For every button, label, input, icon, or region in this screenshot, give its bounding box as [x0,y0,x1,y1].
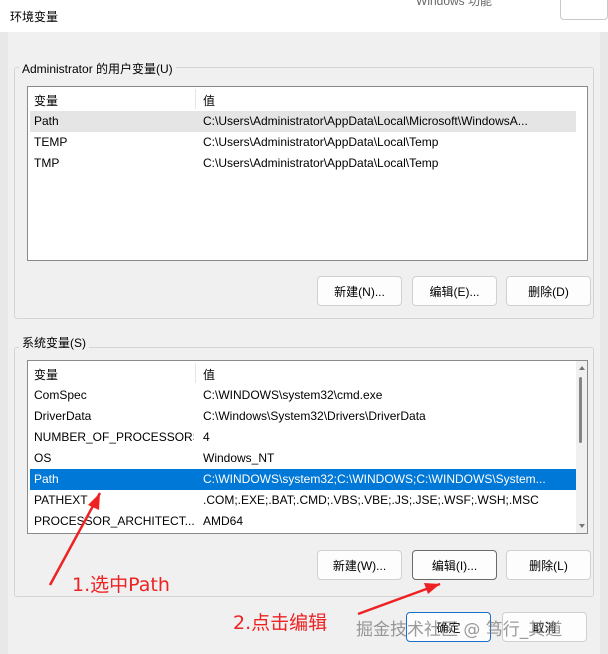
scroll-thumb[interactable] [579,377,582,443]
var-name: OS [34,451,52,465]
scroll-down-arrow-icon[interactable] [579,524,585,528]
var-value: 4 [203,430,210,444]
user-variables-list[interactable]: 变量 值 Path C:\Users\Administrator\AppData… [27,86,588,261]
var-name: NUMBER_OF_PROCESSORS [34,430,194,444]
var-name: TMP [34,156,60,170]
var-value: C:\WINDOWS\system32;C:\WINDOWS;C:\WINDOW… [203,472,546,486]
watermark: 掘金技术社区 @ 笃行_其道 [356,620,563,640]
column-separator[interactable] [195,89,196,109]
system-edit-button[interactable]: 编辑(I)... [412,550,497,580]
column-header-variable[interactable]: 变量 [34,92,58,109]
var-name: DriverData [34,409,92,423]
system-var-row-pathext[interactable]: PATHEXT .COM;.EXE;.BAT;.CMD;.VBS;.VBE;.J… [30,490,576,511]
close-button[interactable] [560,0,608,20]
var-value: C:\Windows\System32\Drivers\DriverData [203,409,426,423]
var-name: TEMP [34,135,68,149]
environment-variables-dialog: 环境变量 Windows 功能 Administrator 的用户变量(U) 变… [0,0,608,654]
list-header: 变量 值 [28,87,587,111]
list-header: 变量 值 [28,361,587,385]
scroll-up-arrow-icon[interactable] [579,366,585,370]
user-new-button[interactable]: 新建(N)... [317,276,402,306]
system-new-button[interactable]: 新建(W)... [317,550,402,580]
user-var-row-path[interactable]: Path C:\Users\Administrator\AppData\Loca… [30,111,576,132]
var-value: C:\Users\Administrator\AppData\Local\Tem… [203,135,439,149]
system-var-row-path[interactable]: Path C:\WINDOWS\system32;C:\WINDOWS;C:\W… [30,469,576,490]
system-var-row-comspec[interactable]: ComSpec C:\WINDOWS\system32\cmd.exe [30,385,576,406]
system-variables-label: 系统变量(S) [19,334,89,351]
column-header-value[interactable]: 值 [203,366,215,383]
system-variables-scrollbar[interactable] [576,361,587,533]
var-name: ComSpec [34,388,87,402]
var-value: C:\Users\Administrator\AppData\Local\Mic… [203,114,528,128]
annotation-step1: 1.选中Path [72,574,170,596]
var-value: AMD64 [203,514,244,528]
system-delete-button[interactable]: 删除(L) [506,550,591,580]
column-header-variable[interactable]: 变量 [34,366,58,383]
user-delete-button[interactable]: 删除(D) [506,276,591,306]
var-value: Windows_NT [203,451,275,465]
user-var-row-tmp[interactable]: TMP C:\Users\Administrator\AppData\Local… [30,153,576,174]
var-name: Path [34,472,59,486]
window-right-border [600,32,608,654]
system-variables-list[interactable]: 变量 值 ComSpec C:\WINDOWS\system32\cmd.exe… [27,360,588,534]
column-header-value[interactable]: 值 [203,92,215,109]
system-var-row-driverdata[interactable]: DriverData C:\Windows\System32\Drivers\D… [30,406,576,427]
var-name: PATHEXT [34,493,88,507]
window-left-border [0,32,8,654]
background-window-title: Windows 功能 [416,0,493,8]
var-value: C:\Users\Administrator\AppData\Local\Tem… [203,156,439,170]
var-name: Path [34,114,59,128]
var-name: PROCESSOR_ARCHITECT... [34,514,194,528]
column-separator[interactable] [195,363,196,383]
system-var-row-os[interactable]: OS Windows_NT [30,448,576,469]
var-value: .COM;.EXE;.BAT;.CMD;.VBS;.VBE;.JS;.JSE;.… [203,493,539,507]
annotation-step2: 2.点击编辑 [233,612,328,634]
user-variables-label: Administrator 的用户变量(U) [19,60,176,77]
var-value: C:\WINDOWS\system32\cmd.exe [203,388,383,402]
user-edit-button[interactable]: 编辑(E)... [412,276,497,306]
user-var-row-temp[interactable]: TEMP C:\Users\Administrator\AppData\Loca… [30,132,576,153]
window-title: 环境变量 [10,10,59,24]
system-var-row-processor-architecture[interactable]: PROCESSOR_ARCHITECT... AMD64 [30,511,576,532]
system-var-row-number-of-processors[interactable]: NUMBER_OF_PROCESSORS 4 [30,427,576,448]
title-bar: 环境变量 Windows 功能 [0,0,608,32]
